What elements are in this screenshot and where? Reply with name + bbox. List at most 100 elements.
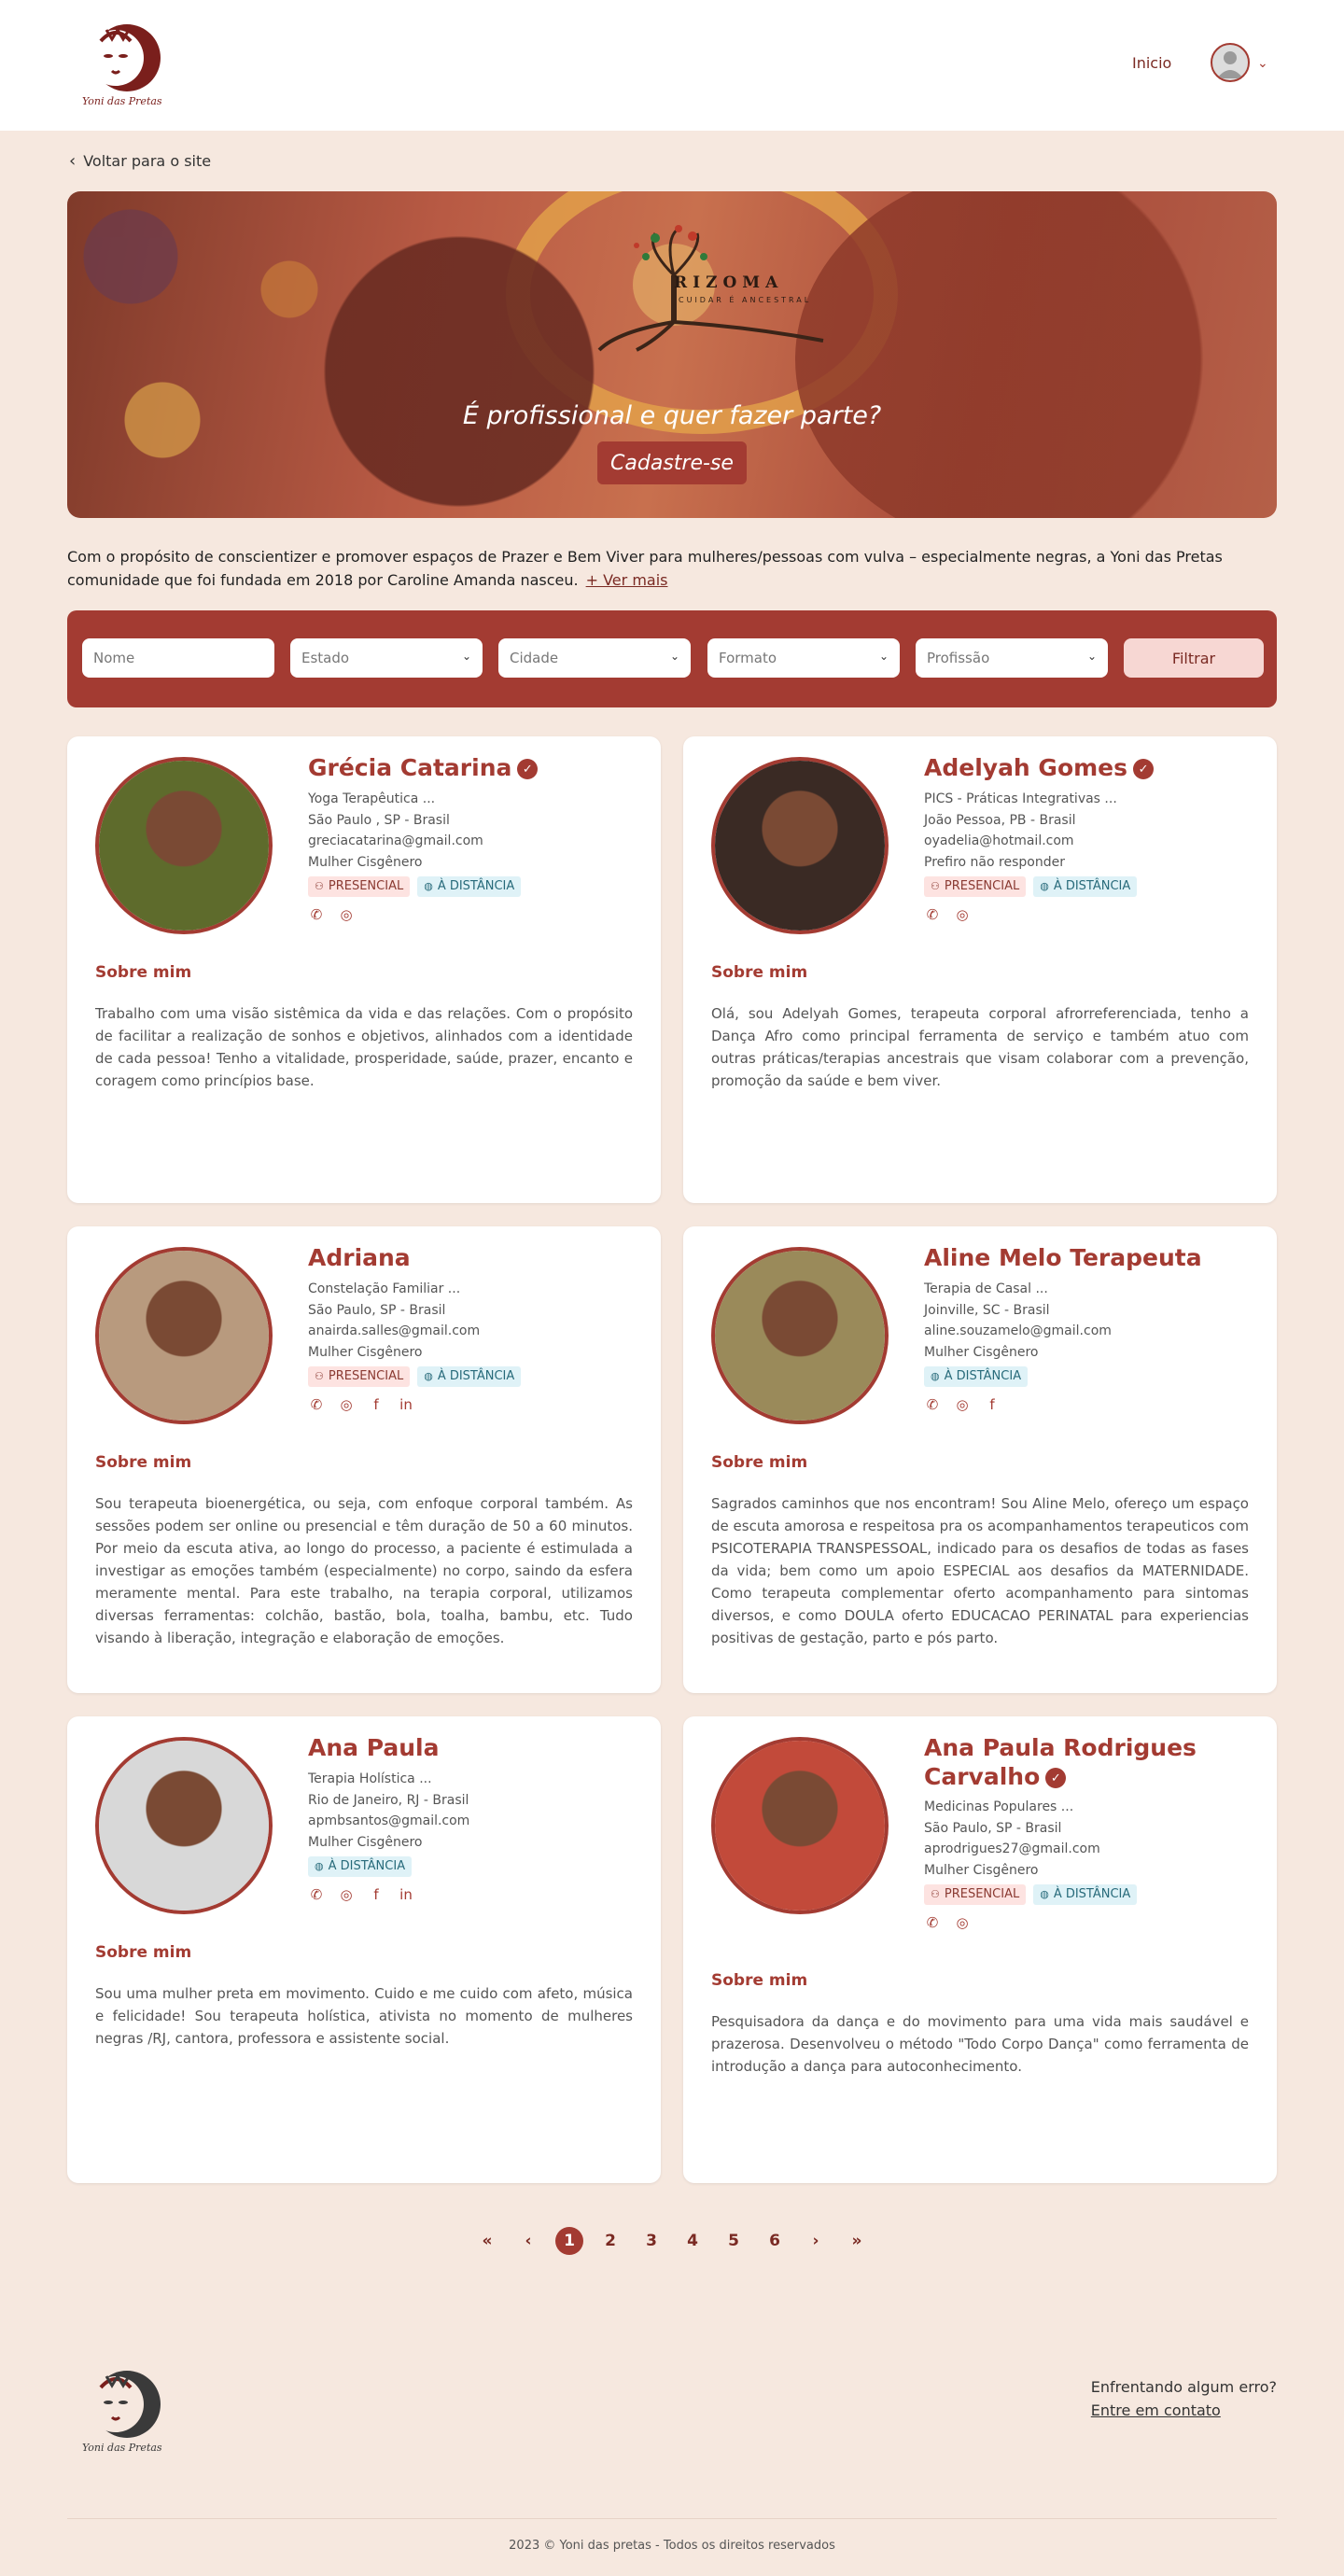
chevron-down-icon[interactable]: ⌄ xyxy=(1257,56,1268,71)
verified-icon: ✓ xyxy=(1045,1768,1067,1788)
chevron-left-icon: ‹ xyxy=(69,151,77,171)
therapist-name[interactable]: Adriana xyxy=(308,1243,644,1272)
therapist-specialty: Yoga Terapêutica ... xyxy=(308,791,436,806)
therapist-photo xyxy=(711,1247,889,1424)
about-text: Sou uma mulher preta em movimento. Cuido… xyxy=(95,1985,633,2047)
estado-select[interactable]: Estado ⌄ xyxy=(290,638,483,678)
therapist-email[interactable]: apmbsantos@gmail.com xyxy=(308,1811,644,1832)
therapist-email[interactable]: oyadelia@hotmail.com xyxy=(924,831,1260,852)
therapist-name[interactable]: Aline Melo Terapeuta xyxy=(924,1243,1260,1272)
next-page-button[interactable]: › xyxy=(802,2227,830,2255)
therapist-email[interactable]: aline.souzamelo@gmail.com xyxy=(924,1321,1260,1342)
name-search-input[interactable]: Nome xyxy=(82,638,274,678)
whatsapp-icon[interactable]: ✆ xyxy=(308,1394,325,1416)
therapist-location: São Paulo, SP - Brasil xyxy=(308,1302,446,1318)
contact-link[interactable]: Entre em contato xyxy=(1091,2399,1277,2422)
therapist-card[interactable]: Adelyah Gomes ✓ PICS - Práticas Integrati… xyxy=(683,736,1277,1203)
therapist-email[interactable]: greciacatarina@gmail.com xyxy=(308,831,644,852)
formato-select[interactable]: Formato ⌄ xyxy=(707,638,900,678)
people-icon: ⚇ xyxy=(315,1370,324,1382)
facebook-icon[interactable]: f xyxy=(984,1394,1001,1416)
user-avatar[interactable] xyxy=(1211,43,1250,82)
footer-logo[interactable]: Yoni das Pretas xyxy=(78,2361,168,2458)
presencial-label: PRESENCIAL xyxy=(944,879,1020,893)
formato-select-value: Formato xyxy=(719,650,777,666)
therapist-location: São Paulo, SP - Brasil xyxy=(924,1820,1062,1836)
people-icon: ⚇ xyxy=(931,1888,940,1900)
avatar xyxy=(715,761,885,931)
therapist-info: PICS - Práticas Integrativas ... João Pe… xyxy=(924,789,1260,926)
ver-mais-link[interactable]: + Ver mais xyxy=(586,571,668,589)
instagram-icon[interactable]: ◎ xyxy=(954,904,971,926)
user-icon xyxy=(1217,51,1243,78)
distancia-badge: ◍ À DISTÂNCIA xyxy=(417,1366,522,1387)
therapist-specialty: Terapia Holística ... xyxy=(308,1771,432,1786)
whatsapp-icon[interactable]: ✆ xyxy=(924,1912,941,1934)
therapist-name[interactable]: Ana Paula xyxy=(308,1733,644,1762)
banner-question: É profissional e quer fazer parte? xyxy=(462,401,882,430)
first-page-button[interactable]: « xyxy=(473,2227,501,2255)
whatsapp-icon[interactable]: ✆ xyxy=(924,904,941,926)
instagram-icon[interactable]: ◎ xyxy=(338,904,355,926)
instagram-icon[interactable]: ◎ xyxy=(338,1884,355,1906)
cadastre-se-button[interactable]: Cadastre-se xyxy=(597,441,747,484)
distancia-label: À DISTÂNCIA xyxy=(437,879,515,893)
distancia-label: À DISTÂNCIA xyxy=(1053,1887,1131,1901)
therapist-card[interactable]: Ana Paula Terapia Holística ... Rio de J… xyxy=(67,1716,661,2183)
therapist-email[interactable]: anairda.salles@gmail.com xyxy=(308,1321,644,1342)
format-badges: ⚇ PRESENCIAL ◍ À DISTÂNCIA xyxy=(924,1884,1260,1905)
therapist-name[interactable]: Ana Paula Rodrigues Carvalho ✓ xyxy=(924,1733,1260,1791)
presencial-badge: ⚇ PRESENCIAL xyxy=(308,1366,411,1387)
page-button-5[interactable]: 5 xyxy=(720,2227,748,2255)
therapist-name-text: Adelyah Gomes xyxy=(924,754,1128,781)
therapist-card[interactable]: Grécia Catarina ✓ Yoga Terapêutica ... Sã… xyxy=(67,736,661,1203)
facebook-icon[interactable]: f xyxy=(368,1884,385,1906)
avatar xyxy=(99,761,269,931)
page-button-4[interactable]: 4 xyxy=(679,2227,707,2255)
therapist-email[interactable]: aprodrigues27@gmail.com xyxy=(924,1839,1260,1860)
instagram-icon[interactable]: ◎ xyxy=(338,1394,355,1416)
linkedin-icon[interactable]: in xyxy=(398,1884,414,1906)
about-heading: Sobre mim xyxy=(711,963,808,982)
presencial-badge: ⚇ PRESENCIAL xyxy=(924,876,1027,897)
therapist-gender: Mulher Cisgênero xyxy=(308,1344,423,1360)
therapist-name[interactable]: Grécia Catarina ✓ xyxy=(308,753,644,782)
therapist-photo xyxy=(95,757,273,934)
whatsapp-icon[interactable]: ✆ xyxy=(924,1394,941,1416)
about-heading: Sobre mim xyxy=(711,1971,808,1990)
filtrar-button[interactable]: Filtrar xyxy=(1124,638,1264,678)
nav-inicio-link[interactable]: Inicio xyxy=(1132,54,1171,72)
linkedin-icon[interactable]: in xyxy=(398,1394,414,1416)
format-badges: ⚇ PRESENCIAL ◍ À DISTÂNCIA xyxy=(308,876,644,897)
last-page-button[interactable]: » xyxy=(843,2227,871,2255)
page-button-6[interactable]: 6 xyxy=(761,2227,789,2255)
page-button-3[interactable]: 3 xyxy=(637,2227,665,2255)
social-links: ✆ ◎ f in xyxy=(308,1394,644,1416)
instagram-icon[interactable]: ◎ xyxy=(954,1912,971,1934)
whatsapp-icon[interactable]: ✆ xyxy=(308,1884,325,1906)
about-text: Olá, sou Adelyah Gomes, terapeuta corpor… xyxy=(711,1005,1249,1089)
therapist-name[interactable]: Adelyah Gomes ✓ xyxy=(924,753,1260,782)
therapist-card[interactable]: Ana Paula Rodrigues Carvalho ✓ Medicinas … xyxy=(683,1716,1277,2183)
therapist-card[interactable]: Adriana Constelação Familiar ... São Pau… xyxy=(67,1226,661,1693)
profissao-select[interactable]: Profissão ⌄ xyxy=(916,638,1108,678)
page-button-1[interactable]: 1 xyxy=(555,2227,583,2255)
instagram-icon[interactable]: ◎ xyxy=(954,1394,971,1416)
therapist-location: Rio de Janeiro, RJ - Brasil xyxy=(308,1792,469,1808)
prev-page-button[interactable]: ‹ xyxy=(514,2227,542,2255)
therapist-photo xyxy=(711,757,889,934)
social-links: ✆ ◎ xyxy=(308,904,644,926)
estado-select-value: Estado xyxy=(301,650,350,666)
whatsapp-icon[interactable]: ✆ xyxy=(308,904,325,926)
facebook-icon[interactable]: f xyxy=(368,1394,385,1416)
distancia-badge: ◍ À DISTÂNCIA xyxy=(417,876,522,897)
format-badges: ◍ À DISTÂNCIA xyxy=(924,1366,1260,1387)
therapist-card[interactable]: Aline Melo Terapeuta Terapia de Casal ..… xyxy=(683,1226,1277,1693)
page-button-2[interactable]: 2 xyxy=(596,2227,624,2255)
therapist-gender: Mulher Cisgênero xyxy=(308,1834,423,1850)
svg-text:Yoni das Pretas: Yoni das Pretas xyxy=(82,2442,162,2454)
cidade-select[interactable]: Cidade ⌄ xyxy=(498,638,691,678)
back-to-site-link[interactable]: ‹ Voltar para o site xyxy=(69,151,211,171)
social-links: ✆ ◎ f in xyxy=(308,1884,644,1906)
yoni-das-pretas-logo[interactable]: Yoni das Pretas xyxy=(78,15,168,112)
